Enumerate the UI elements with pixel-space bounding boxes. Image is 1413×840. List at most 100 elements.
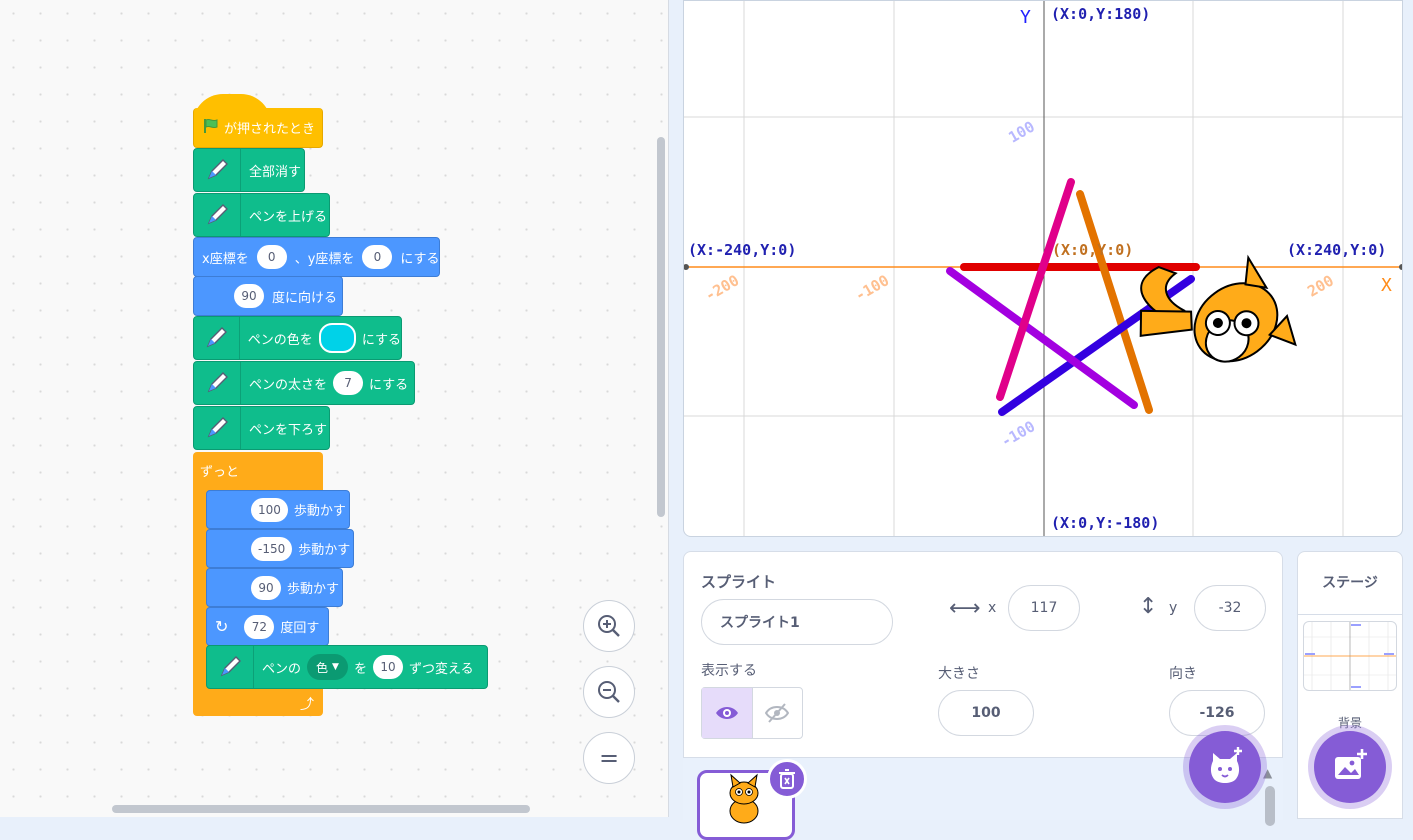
zoom-in-button[interactable] [583,600,635,652]
direction-input[interactable]: -126 [1169,690,1265,736]
move-steps-label-2: 歩動かす [298,543,351,558]
backdrop-label: 背景 [1337,716,1362,730]
x-axis-label: X [1381,275,1392,296]
goto-y-label: 、y座標を [294,251,355,267]
flag-icon [202,117,220,139]
stage-canvas[interactable]: Y X (X:0,Y:180) (X:0,Y:-180) (X:-240,Y:0… [683,0,1403,537]
x-position-input[interactable]: 117 [1008,585,1080,631]
point-direction-block[interactable]: 90 度に向ける [193,276,343,316]
goto-x-label: x座標を [202,251,249,267]
right-coordinate-label: (X:240,Y:0) [1287,241,1387,259]
goto-xy-block[interactable]: x座標を 0 、y座標を 0 にする [193,237,440,277]
pen-icon [194,362,241,404]
code-vertical-scrollbar[interactable] [657,137,665,517]
turn-degrees-input[interactable]: 72 [244,614,275,639]
size-label: 大きさ [938,666,980,682]
pen-param-value: 色 [316,660,329,675]
set-size-label: ペンの太さを [249,377,328,393]
goto-x-input[interactable]: 0 [256,245,287,269]
top-coordinate-label: (X:0,Y:180) [1051,5,1151,23]
y-position-value: -32 [1218,600,1242,616]
erase-all-label: 全部消す [249,164,302,180]
show-label: 表示する [701,663,757,679]
chevron-down-icon: ▼ [332,662,339,672]
goto-y-input[interactable]: 0 [362,245,393,269]
sprite-name-input[interactable]: スプライト1 [701,599,893,645]
change-pen-param-block[interactable]: ペンの 色 ▼ を 10 ずつ変える [206,645,488,689]
move-steps-block-3[interactable]: 90 歩動かす [206,568,343,607]
erase-all-block[interactable]: 全部消す [193,148,305,192]
size-input[interactable]: 100 [938,690,1034,736]
move-steps-label-1: 歩動かす [293,504,346,519]
center-coordinate-label: (X:0,Y:0) [1052,241,1134,259]
change-suffix-label: ずつ変える [408,661,474,677]
add-sprite-button[interactable] [1189,731,1261,803]
set-pen-color-block[interactable]: ペンの色を にする [193,316,402,360]
pen-icon [194,407,241,449]
show-toggle [701,687,803,739]
delete-sprite-button[interactable] [767,759,807,799]
move-steps-input-1[interactable]: 100 [251,497,288,522]
move-steps-label-3: 歩動かす [287,582,340,597]
direction-label: 向き [1169,666,1197,682]
pen-size-input[interactable]: 7 [333,371,364,395]
bottom-coordinate-label: (X:0,Y:-180) [1051,514,1160,532]
show-hidden-button[interactable] [753,688,803,738]
zoom-reset-icon: = [598,744,620,772]
divider [1298,614,1402,615]
pen-icon [207,646,254,688]
pen-param-dropdown[interactable]: 色 ▼ [307,654,348,680]
zoom-out-icon [598,681,620,703]
code-workspace[interactable]: が押されたとき 全部消す ペンを上げる x座標を 0 、y座標を 0 にする 9… [0,0,669,817]
pen-down-label: ペンを下ろす [249,422,328,438]
eye-icon [715,707,738,719]
x-label: x [988,600,997,616]
zoom-reset-button[interactable]: = [583,732,635,784]
change-amount-input[interactable]: 10 [372,655,403,679]
set-color-suffix: にする [361,332,401,348]
pen-up-block[interactable]: ペンを上げる [193,193,330,237]
y-arrows-icon: ↕ [1139,594,1158,619]
pen-icon [194,149,241,191]
pen-color-swatch[interactable] [318,323,356,353]
left-coordinate-label: (X:-240,Y:0) [688,241,797,259]
rotate-right-icon: ↻ [215,617,229,636]
sprite-label: スプライト [701,573,777,591]
set-color-label: ペンの色を [247,332,313,348]
show-visible-button[interactable] [702,688,753,738]
stage-thumbnail[interactable] [1303,621,1397,691]
move-steps-block-2[interactable]: -150 歩動かす [206,529,354,568]
y-axis-label: Y [1020,7,1031,28]
code-horizontal-scrollbar[interactable] [112,805,530,813]
turn-right-block[interactable]: ↻ 72 度回す [206,607,329,646]
trash-icon [779,769,795,789]
move-steps-input-2[interactable]: -150 [251,536,293,561]
set-pen-size-block[interactable]: ペンの太さを 7 にする [193,361,415,405]
stage-pane-title: ステージ [1322,575,1378,591]
when-flag-clicked-block[interactable]: が押されたとき [193,94,323,148]
change-prefix-label: ペンの [262,661,302,677]
move-steps-block-1[interactable]: 100 歩動かす [206,490,350,529]
sprite-name-value: スプライト1 [720,615,800,631]
change-mid-label: を [353,661,367,677]
when-flag-label: が押されたとき [224,122,316,137]
y-position-input[interactable]: -32 [1194,585,1266,631]
x-arrows-icon: ⟷ [949,596,981,621]
point-direction-label: 度に向ける [272,290,338,306]
zoom-out-button[interactable] [583,666,635,718]
move-steps-input-3[interactable]: 90 [251,575,281,600]
add-backdrop-icon [1335,749,1367,779]
pen-icon [194,317,240,359]
add-backdrop-button[interactable] [1314,731,1386,803]
turn-label: 度回す [280,621,320,636]
pen-up-label: ペンを上げる [249,209,328,225]
set-size-suffix: にする [369,377,409,393]
direction-input[interactable]: 90 [234,284,264,308]
pen-down-block[interactable]: ペンを下ろす [193,406,330,450]
eye-off-icon [765,703,790,723]
scroll-up-icon[interactable]: ▲ [1263,766,1272,780]
sprite-list-scrollbar[interactable] [1265,786,1275,826]
goto-suffix-label: にする [400,251,440,267]
y-label: y [1169,600,1178,616]
x-position-value: 117 [1030,600,1058,616]
